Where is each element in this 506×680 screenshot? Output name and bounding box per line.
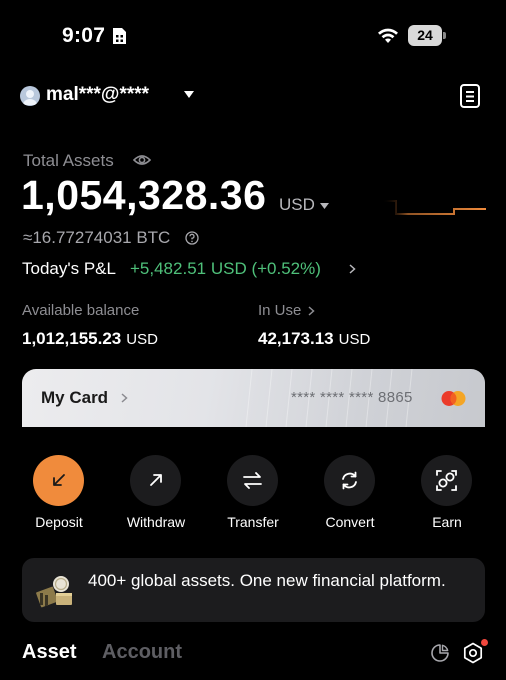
caret-down-icon[interactable] (184, 91, 194, 99)
in-use-value: 42,173.13 USD (258, 329, 370, 349)
help-icon[interactable] (185, 231, 199, 245)
wifi-icon (378, 28, 398, 43)
tab-asset[interactable]: Asset (22, 641, 76, 664)
earn-button[interactable] (421, 455, 472, 506)
gold-coins-icon (36, 576, 72, 608)
eye-icon[interactable] (133, 153, 151, 167)
earn-icon (436, 470, 457, 491)
convert-button[interactable] (324, 455, 375, 506)
chevron-right-icon[interactable] (121, 393, 128, 403)
balance-sparkline (382, 200, 486, 215)
chevron-right-icon[interactable] (349, 264, 356, 274)
card-number: **** **** **** 8865 (291, 389, 413, 406)
tab-account[interactable]: Account (102, 641, 182, 664)
in-use-unit: USD (338, 331, 371, 348)
deposit-label[interactable]: Deposit (9, 514, 109, 530)
battery-indicator: 24 (408, 25, 442, 46)
settings-icon[interactable] (462, 642, 484, 664)
document-icon[interactable] (458, 83, 482, 109)
caret-down-icon[interactable] (320, 203, 329, 210)
account-email[interactable]: mal***@**** (46, 84, 149, 106)
btc-equivalent: ≈16.77274031 BTC (23, 228, 171, 247)
available-balance-amount: 1,012,155.23 (22, 329, 122, 348)
transfer-icon (243, 472, 262, 489)
pie-chart-icon[interactable] (430, 643, 450, 663)
withdraw-button[interactable] (130, 455, 181, 506)
withdraw-label[interactable]: Withdraw (106, 514, 206, 530)
notification-dot (481, 639, 488, 646)
status-time: 9:07 (62, 24, 106, 47)
pnl-label[interactable]: Today's P&L (22, 259, 116, 279)
transfer-label[interactable]: Transfer (203, 514, 303, 530)
sim-card-icon (113, 28, 126, 44)
mastercard-logo-icon (441, 391, 466, 406)
earn-label[interactable]: Earn (397, 514, 497, 530)
promo-text[interactable]: 400+ global assets. One new financial pl… (88, 567, 468, 594)
in-use-amount: 42,173.13 (258, 329, 334, 348)
transfer-button[interactable] (227, 455, 278, 506)
available-balance-unit: USD (126, 331, 158, 348)
deposit-button[interactable] (33, 455, 84, 506)
arrow-up-right-icon (150, 474, 162, 486)
chevron-right-icon[interactable] (308, 306, 315, 316)
pnl-value[interactable]: +5,482.51 USD (+0.52%) (130, 259, 321, 279)
arrow-down-left-icon (53, 474, 65, 486)
convert-label[interactable]: Convert (300, 514, 400, 530)
total-assets-value: 1,054,328.36 (21, 172, 267, 218)
total-assets-label: Total Assets (23, 151, 114, 170)
convert-icon (342, 471, 357, 490)
available-balance-label: Available balance (22, 302, 140, 319)
my-card-title[interactable]: My Card (41, 388, 108, 408)
battery-nub (443, 32, 446, 39)
currency-selector[interactable]: USD (279, 195, 315, 215)
in-use-label[interactable]: In Use (258, 302, 301, 319)
available-balance-value: 1,012,155.23 USD (22, 329, 158, 349)
user-icon (23, 90, 37, 105)
avatar[interactable] (20, 86, 40, 106)
